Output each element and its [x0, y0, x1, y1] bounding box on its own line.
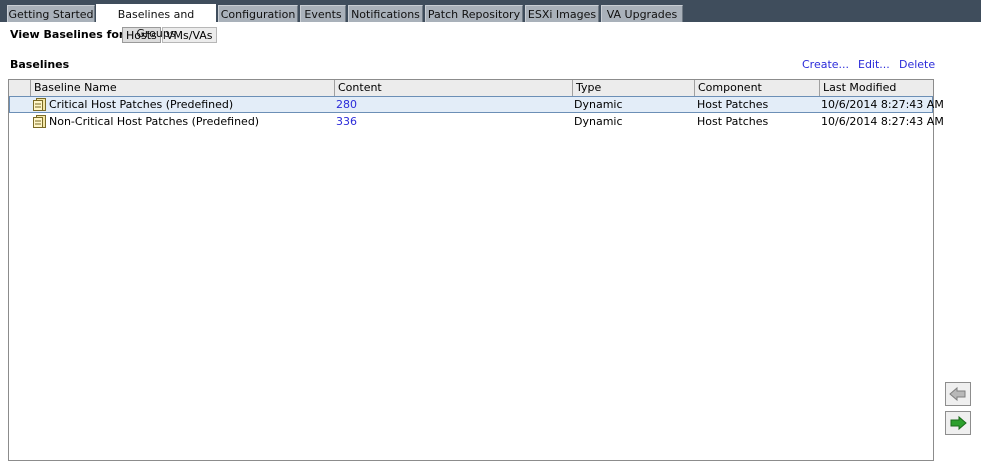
table-row[interactable]: Non-Critical Host Patches (Predefined) 3…	[9, 113, 944, 130]
tab-patch-repository[interactable]: Patch Repository	[425, 5, 523, 22]
tab-esxi-images[interactable]: ESXi Images	[525, 5, 599, 22]
view-baselines-label: View Baselines for:	[10, 28, 129, 41]
table-row[interactable]: Critical Host Patches (Predefined) 280 D…	[9, 96, 944, 113]
tab-va-upgrades[interactable]: VA Upgrades	[601, 5, 683, 22]
column-header-icon[interactable]	[9, 80, 30, 96]
content-count-link[interactable]: 280	[336, 96, 357, 113]
baseline-type: Dynamic	[574, 115, 623, 128]
tab-getting-started[interactable]: Getting Started	[7, 5, 95, 22]
baseline-icon	[33, 98, 46, 111]
column-header-component[interactable]: Component	[694, 80, 819, 96]
last-modified: 10/6/2014 8:27:43 AM	[821, 98, 944, 111]
last-modified: 10/6/2014 8:27:43 AM	[821, 115, 944, 128]
baseline-type: Dynamic	[574, 98, 623, 111]
baselines-table: Baseline Name Content Type Component Las…	[8, 79, 944, 461]
arrow-right-icon	[950, 415, 967, 431]
baseline-name: Non-Critical Host Patches (Predefined)	[49, 115, 260, 128]
column-header-type[interactable]: Type	[572, 80, 694, 96]
baseline-component: Host Patches	[697, 115, 769, 128]
content-count-link[interactable]: 336	[336, 113, 357, 130]
table-header: Baseline Name Content Type Component Las…	[9, 80, 933, 97]
detach-left-button[interactable]	[945, 382, 971, 406]
delete-link[interactable]: Delete	[899, 58, 935, 71]
tab-baselines-and-groups[interactable]: Baselines and Groups	[96, 4, 216, 40]
baseline-component: Host Patches	[697, 98, 769, 111]
tab-notifications[interactable]: Notifications	[348, 5, 423, 22]
tab-configuration[interactable]: Configuration	[218, 5, 298, 22]
column-header-last-modified[interactable]: Last Modified	[819, 80, 933, 96]
edit-link[interactable]: Edit...	[858, 58, 890, 71]
create-link[interactable]: Create...	[802, 58, 849, 71]
column-header-content[interactable]: Content	[334, 80, 572, 96]
tab-events[interactable]: Events	[300, 5, 346, 22]
arrow-left-icon	[949, 386, 966, 402]
attach-right-button[interactable]	[945, 411, 971, 435]
baseline-icon	[33, 115, 46, 128]
baselines-title: Baselines	[10, 58, 70, 71]
tab-strip: Getting Started Baselines and Groups Con…	[0, 0, 981, 40]
column-header-baseline-name[interactable]: Baseline Name	[30, 80, 334, 96]
baseline-name: Critical Host Patches (Predefined)	[49, 98, 234, 111]
